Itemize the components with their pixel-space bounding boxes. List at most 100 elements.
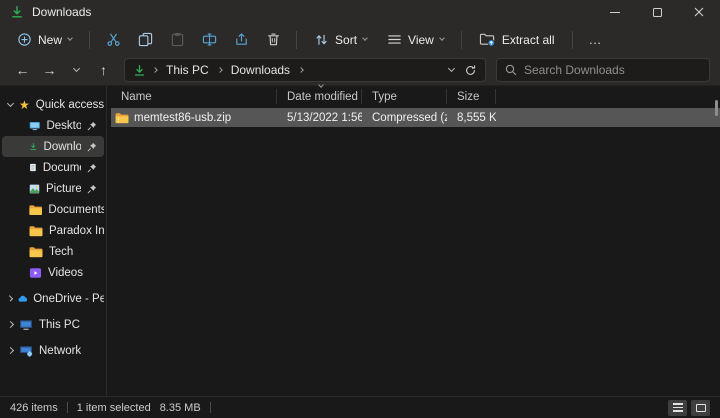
new-button[interactable]: New — [8, 28, 81, 51]
thumbnail-view-icon — [695, 403, 706, 412]
file-name-cell: memtest86-usb.zip — [111, 112, 277, 124]
sidebar-item-quick-access[interactable]: ★ Quick access — [2, 94, 104, 115]
sidebar-item-network[interactable]: Network — [2, 340, 104, 361]
sidebar-item-label: Quick access — [35, 98, 104, 111]
folder-icon — [29, 225, 43, 236]
command-toolbar: New Sort View Extract all … — [0, 24, 720, 55]
more-options-button[interactable]: … — [581, 28, 611, 52]
share-icon — [235, 33, 247, 45]
navigation-pane: ★ Quick access Desktop Downloads Documen… — [0, 86, 107, 396]
history-button[interactable] — [64, 58, 89, 82]
view-toggles — [668, 399, 710, 416]
view-button[interactable]: View — [378, 28, 453, 51]
rename-button[interactable] — [194, 28, 224, 52]
expand-chevron-icon[interactable] — [6, 295, 13, 302]
pin-icon — [87, 184, 97, 194]
file-row-memtest86-usb-zip[interactable]: memtest86-usb.zip 5/13/2022 1:56 PM Comp… — [111, 108, 720, 127]
sidebar-item-this-pc[interactable]: This PC — [2, 314, 104, 335]
delete-button[interactable] — [258, 28, 288, 52]
address-field-controls — [447, 64, 481, 77]
sidebar-item-documents-folder[interactable]: Documents — [2, 199, 104, 220]
folder-icon — [29, 246, 43, 257]
search-input[interactable] — [524, 63, 701, 77]
breadcrumb-item-this-pc[interactable]: This PC — [164, 61, 211, 79]
copy-button[interactable] — [130, 28, 160, 52]
expand-chevron-icon[interactable] — [6, 320, 15, 329]
sort-button-label: Sort — [335, 32, 358, 47]
toolbar-separator — [296, 30, 298, 49]
sidebar-item-label: Paradox Interactive — [49, 224, 104, 237]
sidebar-item-onedrive[interactable]: OneDrive - Personal — [2, 288, 104, 309]
quick-access-star-icon: ★ — [18, 97, 30, 112]
refresh-button[interactable] — [464, 64, 477, 77]
sort-icon — [316, 34, 327, 45]
view-icon — [388, 35, 401, 44]
new-plus-icon — [18, 33, 31, 46]
up-button[interactable]: ↑ — [91, 58, 116, 82]
details-view-button[interactable] — [668, 399, 687, 416]
status-divider — [66, 402, 68, 413]
minimize-icon — [610, 11, 620, 13]
expand-chevron-icon[interactable] — [6, 346, 15, 355]
forward-button[interactable]: → — [37, 58, 62, 82]
breadcrumb-chevron-icon — [298, 67, 304, 73]
rename-icon — [202, 33, 216, 46]
column-header-date-modified[interactable]: Date modified — [277, 82, 362, 104]
close-icon — [694, 7, 704, 17]
network-icon — [20, 345, 33, 357]
chevron-down-icon — [362, 35, 368, 41]
sidebar-item-documents[interactable]: Documents — [2, 157, 104, 178]
sidebar-item-downloads[interactable]: Downloads — [2, 136, 104, 157]
breadcrumb-item-downloads[interactable]: Downloads — [229, 61, 292, 79]
toolbar-separator — [571, 30, 573, 49]
toolbar-separator — [460, 30, 462, 49]
zip-file-icon — [115, 112, 129, 123]
vertical-scrollbar-thumb[interactable] — [715, 100, 718, 116]
window-title: Downloads — [32, 5, 92, 19]
maximize-button[interactable] — [636, 0, 678, 24]
forward-icon: → — [42, 62, 57, 78]
search-icon — [505, 64, 517, 76]
cut-button[interactable] — [98, 28, 128, 52]
file-type-cell: Compressed (zipp... — [372, 111, 447, 124]
selection-count: 1 item selected — [76, 401, 151, 414]
sidebar-item-label: OneDrive - Personal — [33, 292, 104, 305]
status-bar: 426 items 1 item selected 8.35 MB — [0, 396, 720, 418]
history-chevron-icon — [72, 64, 81, 73]
address-dropdown-chevron-icon[interactable] — [447, 64, 456, 73]
minimize-button[interactable] — [594, 0, 636, 24]
sidebar-item-tech[interactable]: Tech — [2, 241, 104, 262]
back-button[interactable]: ← — [10, 58, 35, 82]
extract-all-button[interactable]: Extract all — [470, 28, 564, 51]
breadcrumb[interactable]: This PC Downloads — [124, 58, 486, 82]
sidebar-item-label: Desktop — [46, 119, 81, 132]
extract-all-label: Extract all — [501, 32, 555, 47]
sidebar-item-label: Network — [39, 344, 82, 357]
chevron-down-icon — [67, 35, 73, 41]
column-header-size[interactable]: Size — [447, 89, 496, 104]
paste-button[interactable] — [162, 28, 192, 52]
view-button-label: View — [408, 32, 434, 47]
download-icon — [30, 142, 37, 150]
close-button[interactable] — [678, 0, 720, 24]
this-pc-icon — [20, 319, 32, 330]
onedrive-cloud-icon — [18, 295, 27, 302]
selection-size: 8.35 MB — [159, 401, 201, 414]
thumbnail-view-button[interactable] — [691, 399, 710, 416]
share-button[interactable] — [226, 28, 256, 52]
sidebar-item-paradox-interactive[interactable]: Paradox Interactive — [2, 220, 104, 241]
column-header-type[interactable]: Type — [362, 89, 447, 104]
sidebar-item-label: Downloads — [43, 140, 81, 153]
folder-icon — [29, 204, 42, 215]
item-count: 426 items — [10, 401, 58, 414]
sidebar-item-desktop[interactable]: Desktop — [2, 115, 104, 136]
toolbar-separator — [89, 30, 91, 49]
downloads-location-icon — [133, 64, 146, 77]
sort-button[interactable]: Sort — [305, 28, 376, 51]
sidebar-item-pictures[interactable]: Pictures — [2, 178, 104, 199]
up-icon: ↑ — [100, 62, 107, 78]
file-list-pane: Name Date modified Type Size memtest86-u… — [107, 82, 720, 396]
expand-chevron-icon[interactable] — [6, 99, 15, 107]
sidebar-item-videos[interactable]: Videos — [2, 262, 104, 283]
column-header-name[interactable]: Name — [111, 89, 277, 104]
